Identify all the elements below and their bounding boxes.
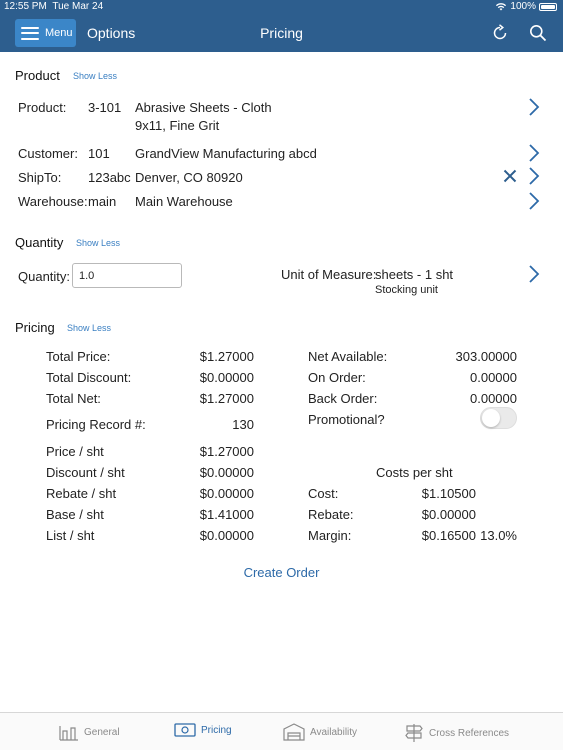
total-price-value: $1.27000 — [199, 349, 254, 364]
base-per-unit-value: $1.41000 — [199, 507, 254, 522]
top-bar: 12:55 PM Tue Mar 24 100% Menu Options Pr… — [0, 0, 563, 52]
signpost-icon — [405, 724, 423, 742]
tab-general-label: General — [84, 726, 120, 738]
tab-availability[interactable]: Availability — [283, 723, 357, 741]
tab-general[interactable]: General — [59, 723, 120, 741]
list-per-unit-value: $0.00000 — [199, 528, 254, 543]
promotional-toggle[interactable] — [480, 407, 517, 429]
pricing-show-less-link[interactable]: Show Less — [67, 323, 111, 333]
customer-label: Customer: — [18, 146, 78, 161]
net-available-label: Net Available: — [308, 349, 388, 364]
search-icon[interactable] — [529, 24, 547, 42]
promotional-label: Promotional? — [308, 412, 385, 427]
pricing-section-title: Pricing — [15, 320, 55, 335]
bottom-tab-bar: General Pricing Availability Cross Refer… — [0, 712, 563, 750]
quantity-label: Quantity: — [18, 269, 71, 284]
warehouse-code: main — [88, 194, 117, 209]
status-time-text: 12:55 PM — [4, 1, 47, 12]
status-right: 100% — [495, 1, 557, 12]
cost-rebate-value: $0.00000 — [421, 507, 476, 522]
price-per-unit-label: Price / sht — [46, 444, 104, 459]
toggle-knob — [482, 409, 500, 427]
tab-pricing[interactable]: Pricing — [174, 723, 232, 737]
list-per-unit-label: List / sht — [46, 528, 95, 543]
options-button[interactable]: Options — [87, 25, 135, 41]
discount-per-unit-label: Discount / sht — [46, 465, 125, 480]
chevron-right-icon[interactable] — [528, 166, 540, 186]
discount-per-unit-value: $0.00000 — [199, 465, 254, 480]
base-per-unit-label: Base / sht — [46, 507, 104, 522]
tab-pricing-label: Pricing — [201, 724, 232, 736]
warehouse-label: Warehouse: — [18, 194, 88, 209]
status-date-text: Tue Mar 24 — [52, 1, 104, 12]
cost-rebate-label: Rebate: — [308, 507, 354, 522]
shipto-address: Denver, CO 80920 — [135, 170, 243, 185]
quantity-show-less-link[interactable]: Show Less — [76, 238, 120, 248]
margin-label: Margin: — [308, 528, 352, 543]
chevron-right-icon[interactable] — [528, 143, 540, 163]
rebate-per-unit-value: $0.00000 — [199, 486, 254, 501]
shipto-label: ShipTo: — [18, 170, 62, 185]
menu-button[interactable]: Menu — [15, 19, 76, 47]
costs-title: Costs per sht — [376, 465, 453, 480]
chevron-right-icon[interactable] — [528, 191, 540, 211]
rebate-per-unit-label: Rebate / sht — [46, 486, 117, 501]
pricing-record-value: 130 — [232, 417, 254, 432]
tab-cross-references[interactable]: Cross References — [404, 723, 509, 743]
product-description: Abrasive Sheets - Cloth — [135, 100, 272, 115]
customer-name: GrandView Manufacturing abcd — [135, 146, 317, 161]
chevron-right-icon[interactable] — [528, 264, 540, 284]
cost-value: $1.10500 — [421, 486, 476, 501]
tab-availability-label: Availability — [310, 726, 358, 738]
product-show-less-link[interactable]: Show Less — [73, 71, 117, 81]
margin-percent: 13.0% — [480, 528, 517, 543]
on-order-label: On Order: — [308, 370, 366, 385]
quantity-input[interactable] — [72, 263, 182, 288]
total-net-label: Total Net: — [46, 391, 101, 406]
product-code: 3-101 — [88, 100, 122, 115]
battery-percent: 100% — [510, 1, 536, 12]
tab-cross-references-label: Cross References — [429, 727, 510, 739]
general-icon — [59, 726, 78, 741]
clear-shipto-icon[interactable] — [503, 169, 517, 183]
product-section-title: Product — [15, 68, 60, 83]
uom-subtext: Stocking unit — [375, 284, 438, 296]
back-order-label: Back Order: — [308, 391, 378, 406]
on-order-value: 0.00000 — [470, 370, 517, 385]
margin-value: $0.16500 — [421, 528, 476, 543]
customer-code: 101 — [88, 146, 110, 161]
product-label: Product: — [18, 100, 67, 115]
total-discount-value: $0.00000 — [199, 370, 254, 385]
net-available-value: 303.00000 — [455, 349, 517, 364]
money-icon — [174, 723, 196, 737]
cost-label: Cost: — [308, 486, 339, 501]
menu-label: Menu — [45, 27, 73, 39]
status-time: 12:55 PM Tue Mar 24 — [4, 1, 103, 12]
product-description-detail: 9x11, Fine Grit — [135, 118, 220, 133]
total-net-value: $1.27000 — [199, 391, 254, 406]
refresh-icon[interactable] — [491, 24, 509, 42]
create-order-button[interactable]: Create Order — [0, 565, 563, 580]
back-order-value: 0.00000 — [470, 391, 517, 406]
uom-label: Unit of Measure: — [281, 267, 377, 282]
wifi-icon — [496, 3, 507, 11]
hamburger-icon — [21, 26, 39, 40]
total-price-label: Total Price: — [46, 349, 111, 364]
price-per-unit-value: $1.27000 — [199, 444, 254, 459]
warehouse-icon — [283, 723, 305, 741]
quantity-section-title: Quantity — [15, 235, 64, 250]
battery-icon — [539, 2, 557, 11]
shipto-code: 123abc — [88, 170, 131, 185]
total-discount-label: Total Discount: — [46, 370, 132, 385]
pricing-record-label: Pricing Record #: — [46, 417, 146, 432]
page-title: Pricing — [260, 25, 303, 41]
uom-value: sheets - 1 sht — [375, 267, 454, 282]
chevron-right-icon[interactable] — [528, 97, 540, 117]
warehouse-name: Main Warehouse — [135, 194, 233, 209]
